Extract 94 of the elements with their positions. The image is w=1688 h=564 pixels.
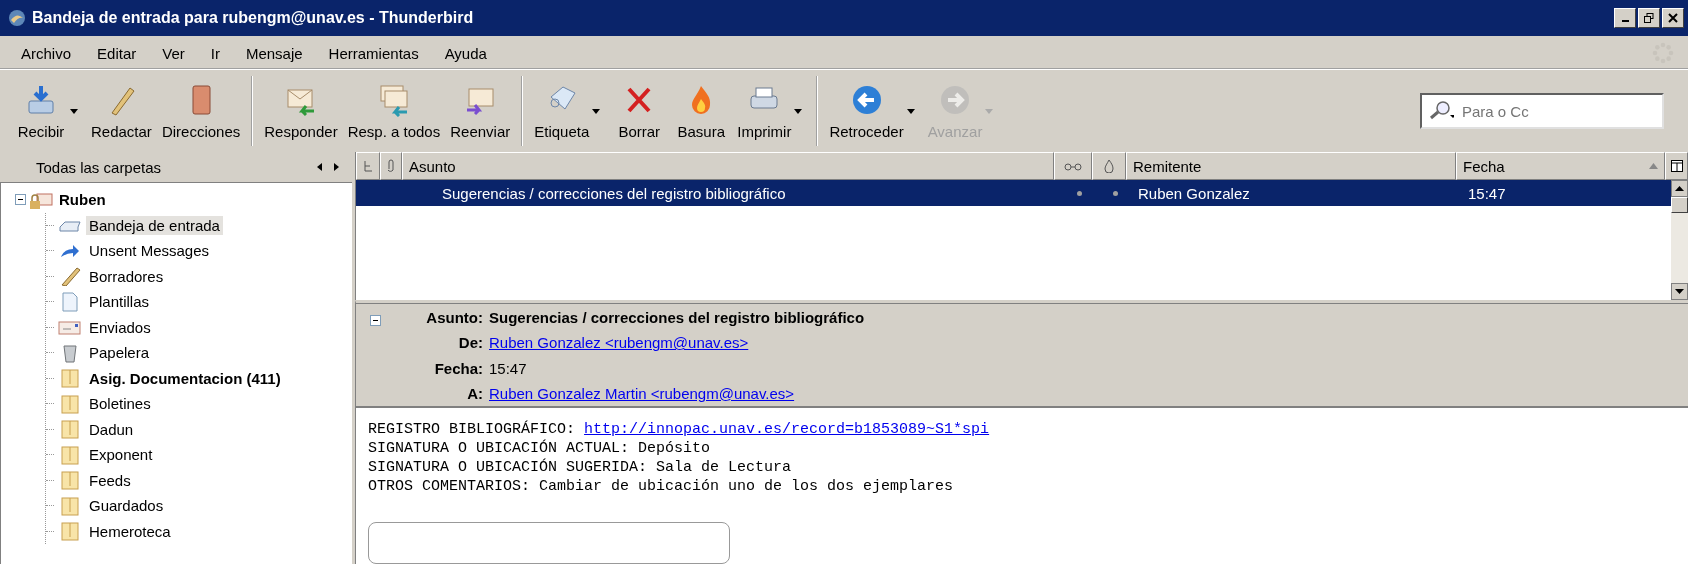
toolbar-button[interactable]: Resp. a todos (342, 78, 446, 144)
folder-icon (58, 470, 82, 491)
right-arrow-icon[interactable] (332, 162, 340, 172)
restore-icon (1644, 13, 1654, 23)
column-header[interactable]: Asunto (402, 152, 1054, 180)
toolbar-button[interactable]: Borrar (608, 78, 671, 144)
toolbar-button[interactable]: Retroceder (824, 78, 909, 144)
header-label: Fecha: (433, 359, 483, 377)
read-column-header[interactable] (1054, 152, 1092, 180)
body-text: SIGNATURA O UBICACIÓN SUGERIDA: Sala de Lectura (368, 459, 792, 476)
column-picker-icon (1670, 160, 1683, 172)
read-status-icon[interactable] (1076, 190, 1082, 196)
folder-item[interactable]: Unsent Messages (86, 241, 213, 261)
junk-column-header[interactable] (1092, 152, 1126, 180)
folder-icon (58, 393, 82, 414)
scroll-down-icon[interactable] (1671, 283, 1688, 300)
header-label: Asunto: (425, 309, 483, 326)
bird-icon (8, 9, 26, 27)
pencil-icon (58, 266, 82, 287)
column-header[interactable]: Remitente (1126, 152, 1456, 180)
body-text: OTROS COMENTARIOS: Cambiar de ubicación uno de los dos ejemplares (368, 478, 954, 495)
folder-icon (58, 419, 82, 440)
collapse-toggle-icon[interactable] (15, 194, 26, 206)
restore-button[interactable] (1638, 8, 1660, 28)
thread-column-header[interactable] (356, 152, 380, 180)
email-link[interactable]: Ruben Gonzalez <rubengm@unav.es> (489, 334, 749, 352)
dropdown-caret-icon[interactable] (592, 108, 601, 114)
dropdown-caret-icon[interactable] (794, 108, 803, 114)
header-label: A: (466, 384, 483, 402)
close-button[interactable] (1662, 8, 1684, 28)
menu-item[interactable]: Mensaje (245, 44, 303, 62)
email-link[interactable]: Ruben Gonzalez Martin <rubengm@unav.es> (489, 384, 795, 402)
subject-text: Sugerencias / correcciones del registro bibliográfico (489, 309, 865, 326)
junk-status-icon[interactable] (1112, 190, 1118, 196)
minimize-icon (1621, 20, 1629, 22)
dropdown-caret-icon[interactable] (70, 108, 78, 114)
folder-item[interactable]: Asig. Documentacion (411) (86, 368, 284, 388)
folder-icon (58, 368, 82, 389)
folder-icon (58, 495, 82, 516)
sender-cell-text: Ruben Gonzalez (1137, 184, 1251, 202)
window-title: Bandeja de entrada para rubengm@unav.es - Thunderbird (32, 9, 475, 27)
subject-cell-text: Sugerencias / correcciones del registro bibliográfico (441, 184, 787, 202)
toolbar-button[interactable]: Reenviar (445, 78, 516, 144)
close-icon (1668, 13, 1678, 23)
thread-icon (363, 160, 373, 172)
folder-item[interactable]: Plantillas (86, 292, 153, 312)
folder-item[interactable]: Borradores (86, 266, 167, 286)
folder-item[interactable]: Dadun (86, 419, 137, 439)
scrollbar[interactable] (1671, 180, 1688, 300)
minimize-button[interactable] (1614, 8, 1636, 28)
folder-icon (58, 521, 82, 542)
folder-item[interactable]: Exponent (86, 445, 156, 465)
glasses-icon (1064, 161, 1082, 171)
body-text: SIGNATURA O UBICACIÓN ACTUAL: Depósito (368, 440, 711, 457)
scroll-up-icon[interactable] (1671, 180, 1688, 197)
menu-item[interactable]: Archivo (21, 44, 72, 62)
date-cell-text: 15:47 (1467, 184, 1507, 202)
menu-item[interactable]: Ver (162, 44, 185, 62)
scroll-thumb[interactable] (1671, 197, 1688, 213)
left-arrow-icon[interactable] (316, 162, 324, 172)
message-row[interactable]: Sugerencias / correcciones del registro bibliográfico Ruben Gonzalez 15:47 (356, 180, 1671, 206)
folder-item[interactable]: Boletines (86, 394, 154, 414)
toolbar-button[interactable]: Responder (259, 78, 343, 144)
toolbar-button[interactable]: Etiqueta (529, 78, 595, 144)
date-text: 15:47 (489, 359, 527, 377)
folder-item[interactable]: Enviados (86, 317, 154, 337)
column-picker-button[interactable] (1665, 152, 1688, 180)
toolbar-button[interactable]: Direcciones (156, 78, 246, 144)
menu-item[interactable]: Ir (210, 44, 220, 62)
header-label: De: (457, 334, 483, 352)
folder-item[interactable]: Guardados (86, 496, 167, 516)
toolbar-button[interactable]: Imprimir (732, 78, 797, 144)
toolbar-button[interactable]: Redactar (86, 78, 157, 144)
folder-item[interactable]: Bandeja de entrada (86, 215, 223, 235)
folder-item[interactable]: Hemeroteca (86, 521, 174, 541)
collapse-toggle-icon[interactable] (370, 315, 381, 326)
dropdown-caret-icon[interactable] (906, 108, 915, 114)
account-name[interactable]: Ruben (56, 190, 109, 210)
folder-pane-title: Todas las carpetas (36, 158, 163, 176)
folder-item[interactable]: Feeds (86, 470, 134, 490)
column-header[interactable]: Fecha (1456, 152, 1665, 180)
search-field[interactable]: Para o Cc (1420, 93, 1664, 129)
sort-ascending-icon (1649, 163, 1658, 169)
toolbar-button[interactable]: Basura (670, 78, 733, 144)
menu-item[interactable]: Editar (97, 44, 137, 62)
folder-item[interactable]: Papelera (86, 343, 153, 363)
menu-item[interactable]: Herramientas (328, 44, 419, 62)
folder-icon (58, 444, 82, 465)
menu-item[interactable]: Ayuda (444, 44, 487, 62)
body-text: REGISTRO BIBLIOGRÁFICO: (368, 421, 577, 438)
record-link[interactable]: http://innopac.unav.es/record=b1853089~S1*spi (584, 421, 990, 438)
attachment-column-header[interactable] (380, 152, 402, 180)
toolbar-button[interactable]: Recibir (10, 78, 72, 144)
paperclip-icon (387, 159, 395, 173)
